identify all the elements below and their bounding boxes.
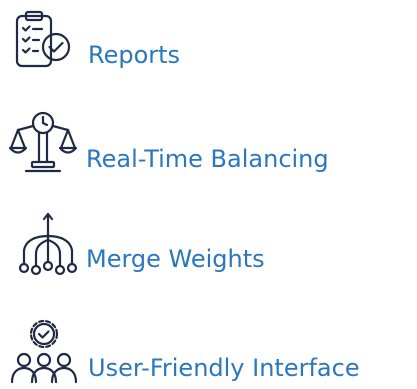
clipboard-check-icon [12, 10, 74, 72]
users-gear-icon [8, 318, 80, 384]
feature-real-time-balancing: Real-Time Balancing [0, 110, 329, 176]
feature-reports: Reports [0, 10, 180, 72]
feature-merge-weights: Merge Weights [0, 210, 265, 276]
feature-label-reports: Reports [88, 41, 181, 69]
merge-hierarchy-icon [14, 210, 82, 276]
feature-label-user-friendly-interface: User-Friendly Interface [88, 354, 360, 382]
feature-label-merge-weights: Merge Weights [86, 245, 265, 273]
feature-user-friendly-interface: User-Friendly Interface [0, 318, 360, 384]
feature-label-real-time-balancing: Real-Time Balancing [86, 145, 329, 173]
scale-clock-icon [8, 110, 78, 176]
